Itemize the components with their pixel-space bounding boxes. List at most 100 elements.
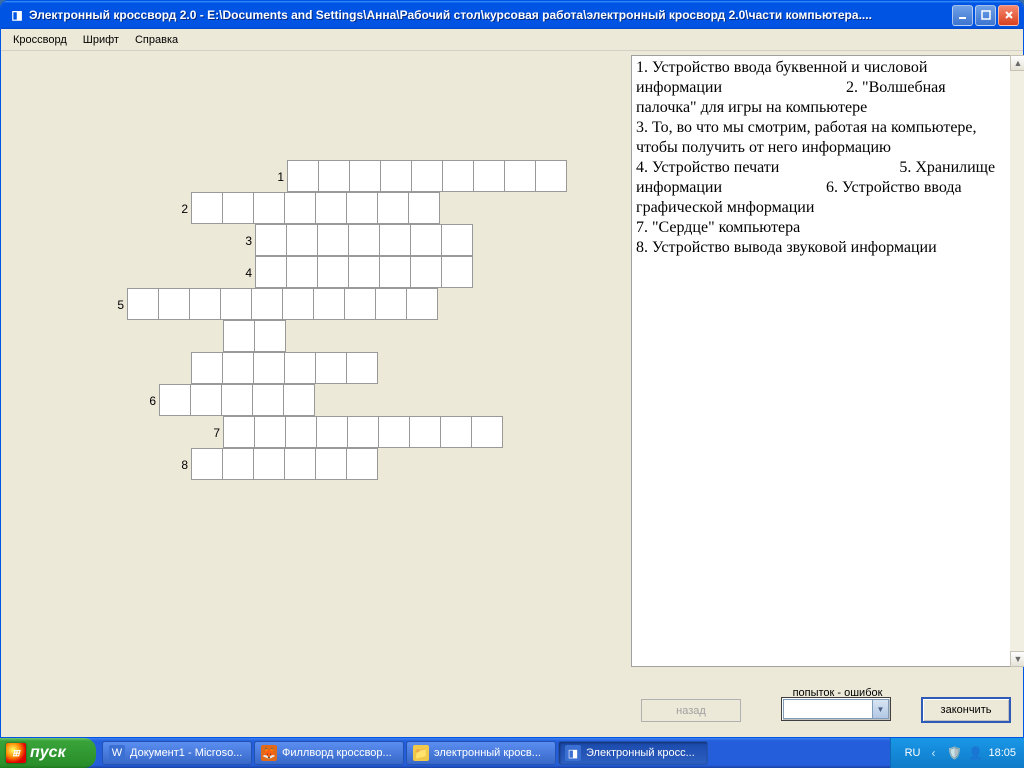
crossword-cell[interactable] [190, 384, 222, 416]
crossword-cell[interactable] [283, 384, 315, 416]
tray-chevron-icon[interactable]: ‹ [925, 745, 941, 761]
crossword-cell[interactable] [313, 288, 345, 320]
minimize-button[interactable] [952, 5, 973, 26]
crossword-cell[interactable] [191, 192, 223, 224]
crossword-cell[interactable] [318, 160, 350, 192]
crossword-cell[interactable] [317, 224, 349, 256]
crossword-cell[interactable] [315, 352, 347, 384]
crossword-cell[interactable] [223, 320, 255, 352]
taskbar-item[interactable]: 🦊Филлворд кроссвор... [254, 741, 404, 765]
crossword-cell[interactable] [251, 288, 283, 320]
attempts-control: ▼ [781, 697, 891, 721]
dropdown-arrow-icon[interactable]: ▼ [873, 699, 889, 719]
crossword-cell[interactable] [127, 288, 159, 320]
start-button[interactable]: ⊞ пуск [0, 738, 96, 768]
crossword-cell[interactable] [159, 384, 191, 416]
crossword-cell[interactable] [282, 288, 314, 320]
crossword-cell[interactable] [535, 160, 567, 192]
start-label: пуск [30, 744, 66, 762]
crossword-cell[interactable] [380, 160, 412, 192]
crossword-cell[interactable] [441, 224, 473, 256]
crossword-cell[interactable] [379, 256, 411, 288]
crossword-cell[interactable] [471, 416, 503, 448]
crossword-cell[interactable] [317, 256, 349, 288]
attempts-input[interactable] [783, 699, 873, 719]
crossword-cell[interactable] [346, 448, 378, 480]
crossword-cell[interactable] [344, 288, 376, 320]
crossword-cell[interactable] [348, 256, 380, 288]
crossword-cell[interactable] [220, 288, 252, 320]
crossword-cell[interactable] [315, 448, 347, 480]
client-area: 12345678 1. Устройство ввода буквенной и… [1, 51, 1023, 737]
crossword-cell[interactable] [473, 160, 505, 192]
crossword-cell[interactable] [253, 448, 285, 480]
system-tray[interactable]: RU ‹ 🛡️ 👤 18:05 [890, 738, 1024, 768]
crossword-cell[interactable] [222, 352, 254, 384]
crossword-cell[interactable] [222, 192, 254, 224]
crossword-cell[interactable] [284, 352, 316, 384]
titlebar[interactable]: ◨ Электронный кроссворд 2.0 - E:\Documen… [1, 1, 1023, 29]
crossword-cell[interactable] [253, 352, 285, 384]
crossword-cell[interactable] [346, 192, 378, 224]
scroll-down-icon[interactable]: ▼ [1010, 651, 1024, 667]
tray-user-icon[interactable]: 👤 [967, 745, 983, 761]
crossword-cell[interactable] [191, 448, 223, 480]
crossword-cell[interactable] [406, 288, 438, 320]
taskbar: ⊞ пуск WДокумент1 - Microso...🦊Филлворд … [0, 738, 1024, 768]
crossword-cell[interactable] [286, 256, 318, 288]
crossword-cell[interactable] [285, 416, 317, 448]
crossword-cell[interactable] [223, 416, 255, 448]
crossword-cell[interactable] [411, 160, 443, 192]
crossword-cell[interactable] [254, 320, 286, 352]
crossword-cell[interactable] [253, 192, 285, 224]
crossword-cell[interactable] [252, 384, 284, 416]
crossword-cell[interactable] [378, 416, 410, 448]
crossword-cell[interactable] [349, 160, 381, 192]
crossword-cell[interactable] [442, 160, 474, 192]
crossword-cell[interactable] [189, 288, 221, 320]
crossword-cell[interactable] [315, 192, 347, 224]
crossword-cell[interactable] [255, 224, 287, 256]
clock[interactable]: 18:05 [988, 747, 1016, 759]
crossword-cell[interactable] [377, 192, 409, 224]
scroll-up-icon[interactable]: ▲ [1010, 55, 1024, 71]
crossword-cell[interactable] [254, 416, 286, 448]
crossword-cell[interactable] [410, 256, 442, 288]
crossword-cell[interactable] [375, 288, 407, 320]
menu-font[interactable]: Шрифт [75, 31, 127, 49]
crossword-cell[interactable] [346, 352, 378, 384]
crossword-cell[interactable] [255, 256, 287, 288]
taskbar-item-label: Электронный кросс... [586, 747, 695, 759]
crossword-cell[interactable] [316, 416, 348, 448]
crossword-cell[interactable] [440, 416, 472, 448]
crossword-cell[interactable] [287, 160, 319, 192]
crossword-cell[interactable] [409, 416, 441, 448]
crossword-cell[interactable] [286, 224, 318, 256]
crossword-cell[interactable] [284, 448, 316, 480]
menu-crossword[interactable]: Кроссворд [5, 31, 75, 49]
close-button[interactable] [998, 5, 1019, 26]
crossword-cell[interactable] [408, 192, 440, 224]
crossword-cell[interactable] [347, 416, 379, 448]
crossword-cell[interactable] [441, 256, 473, 288]
crossword-cell[interactable] [348, 224, 380, 256]
back-button[interactable]: назад [641, 699, 741, 722]
taskbar-item[interactable]: ◨Электронный кросс... [558, 741, 708, 765]
crossword-cell[interactable] [379, 224, 411, 256]
language-indicator[interactable]: RU [905, 747, 921, 759]
crossword-cell[interactable] [158, 288, 190, 320]
menu-help[interactable]: Справка [127, 31, 186, 49]
crossword-cell[interactable] [410, 224, 442, 256]
app-window: ◨ Электронный кроссворд 2.0 - E:\Documen… [0, 0, 1024, 738]
clues-scrollbar[interactable]: ▲ ▼ [1010, 55, 1024, 667]
taskbar-item[interactable]: WДокумент1 - Microso... [102, 741, 252, 765]
taskbar-item[interactable]: 📁электронный кросв... [406, 741, 556, 765]
tray-volume-icon[interactable]: 🛡️ [946, 745, 962, 761]
crossword-cell[interactable] [284, 192, 316, 224]
crossword-cell[interactable] [221, 384, 253, 416]
maximize-button[interactable] [975, 5, 996, 26]
crossword-cell[interactable] [222, 448, 254, 480]
finish-button[interactable]: закончить [921, 697, 1011, 723]
crossword-cell[interactable] [191, 352, 223, 384]
crossword-cell[interactable] [504, 160, 536, 192]
